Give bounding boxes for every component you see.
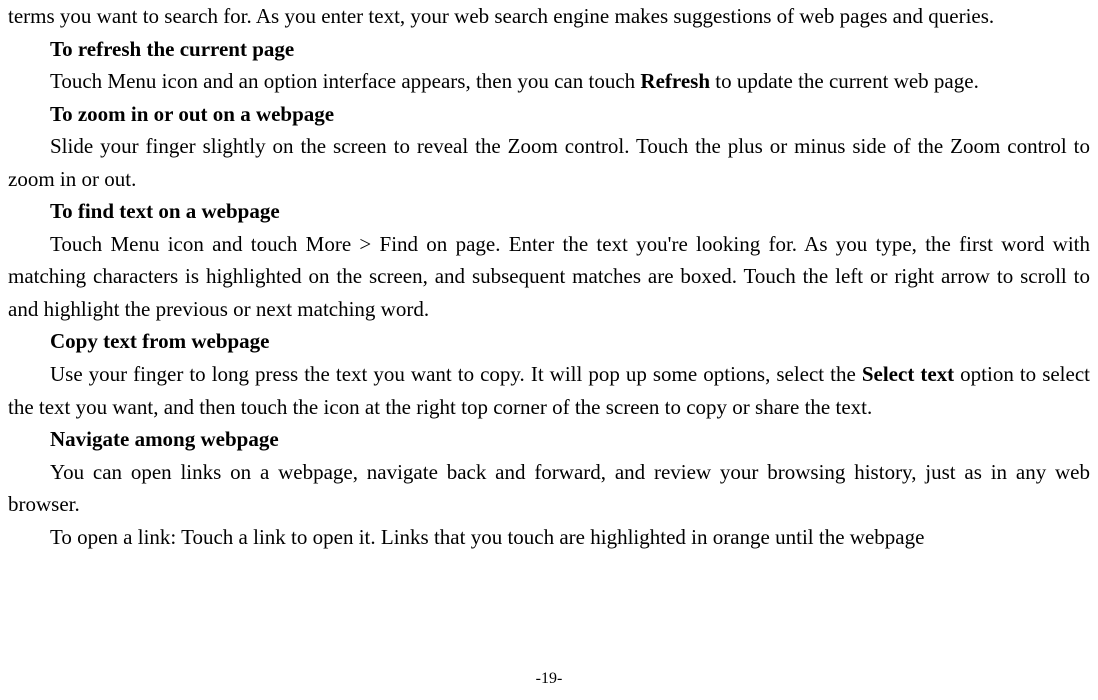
paragraph-intro-continued: terms you want to search for. As you ent… xyxy=(8,0,1090,33)
document-body: terms you want to search for. As you ent… xyxy=(8,0,1090,553)
text-refresh-c: to update the current web page. xyxy=(710,69,979,93)
paragraph-find: Touch Menu icon and touch More > Find on… xyxy=(8,228,1090,326)
paragraph-navigate: You can open links on a webpage, navigat… xyxy=(8,456,1090,521)
heading-find: To find text on a webpage xyxy=(8,195,1090,228)
heading-zoom: To zoom in or out on a webpage xyxy=(8,98,1090,131)
paragraph-refresh: Touch Menu icon and an option interface … xyxy=(8,65,1090,98)
heading-navigate: Navigate among webpage xyxy=(8,423,1090,456)
heading-refresh: To refresh the current page xyxy=(8,33,1090,66)
heading-copy: Copy text from webpage xyxy=(8,325,1090,358)
paragraph-zoom: Slide your finger slightly on the screen… xyxy=(8,130,1090,195)
text-refresh-a: Touch Menu icon and an option interface … xyxy=(50,69,640,93)
text-copy-a: Use your finger to long press the text y… xyxy=(50,362,862,386)
page-number: -19- xyxy=(0,667,1098,692)
paragraph-copy: Use your finger to long press the text y… xyxy=(8,358,1090,423)
text-copy-bold: Select text xyxy=(862,362,954,386)
paragraph-openlink: To open a link: Touch a link to open it.… xyxy=(8,521,1090,554)
text-refresh-bold: Refresh xyxy=(640,69,710,93)
